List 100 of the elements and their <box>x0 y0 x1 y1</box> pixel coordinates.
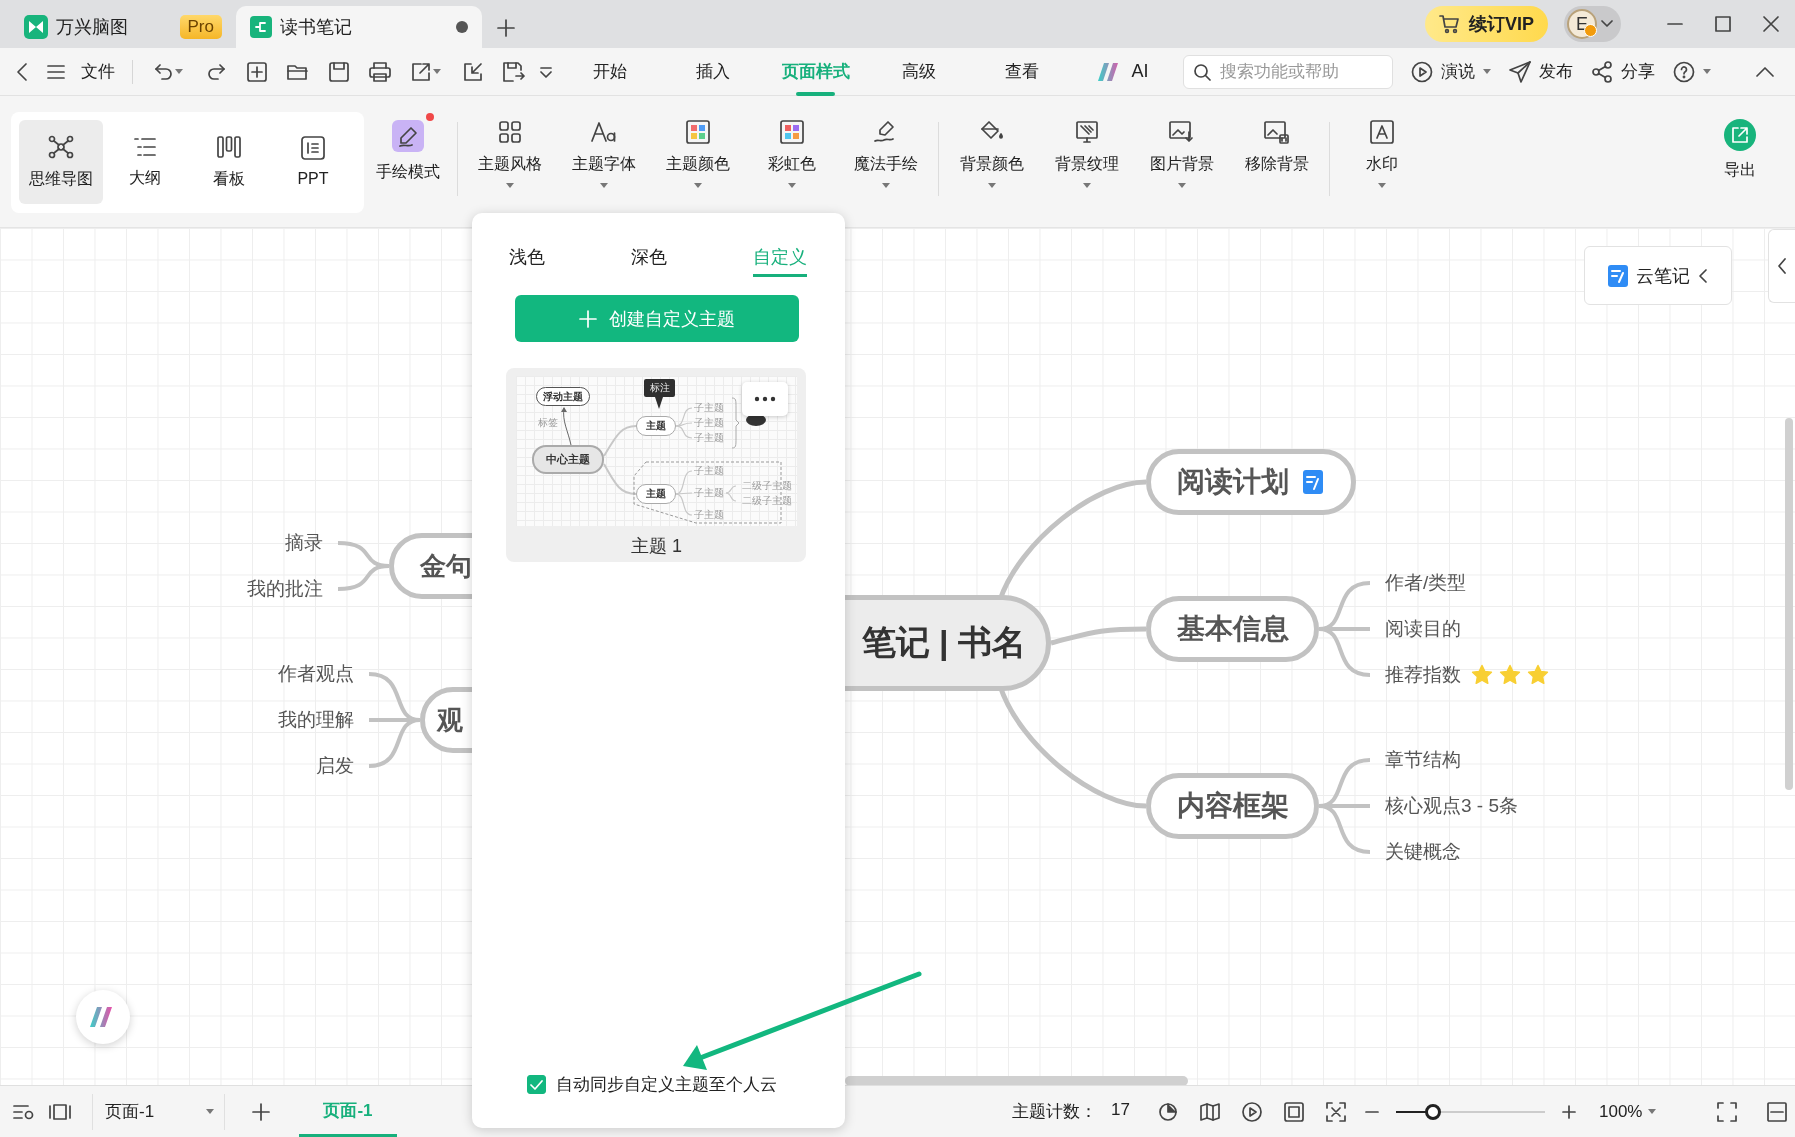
grid-icon <box>498 120 522 144</box>
subtopic[interactable]: 核心观点3 - 5条 <box>1385 793 1519 819</box>
close-icon <box>1762 15 1780 33</box>
app-tab[interactable]: 万兴脑图 Pro <box>10 6 236 48</box>
search-field[interactable]: 搜索功能或帮助 <box>1183 54 1393 89</box>
help-icon <box>1673 60 1695 83</box>
side-panel-toggle[interactable] <box>1768 229 1795 303</box>
subtopic[interactable]: 摘录 <box>285 530 323 556</box>
view-button[interactable]: 大纲 <box>103 120 187 204</box>
scrollbar[interactable] <box>845 1076 1188 1085</box>
export-icon <box>1723 118 1757 152</box>
view-button[interactable]: 看板 <box>187 120 271 204</box>
more-button[interactable] <box>742 382 788 416</box>
subtopic[interactable]: 我的理解 <box>278 707 354 733</box>
outline-icon <box>133 135 157 158</box>
preview-topic: 主题 <box>636 484 676 504</box>
subtopic[interactable]: 作者/类型 <box>1385 570 1467 596</box>
preview-subtopic: 子主题 <box>694 402 724 414</box>
fit-width-icon <box>1767 1101 1787 1122</box>
folder-icon <box>286 62 309 81</box>
view-button[interactable]: PPT <box>271 120 355 204</box>
subtopic[interactable]: 我的批注 <box>247 576 323 602</box>
ribbon-tool-button[interactable]: 背景颜色 <box>944 112 1039 212</box>
hand-drawn-mode-button[interactable]: 手绘模式 <box>364 112 452 212</box>
ribbon-tool-button[interactable]: 彩虹色 <box>745 112 839 212</box>
menu-tab[interactable]: 查看 <box>970 47 1073 96</box>
topic-count: 17 <box>1111 1100 1130 1121</box>
share-box-icon <box>411 61 431 82</box>
ribbon-tool-button[interactable]: 图片背景 <box>1134 112 1229 212</box>
preview-subtopic: 子主题 <box>694 465 724 477</box>
theme-tab[interactable]: 浅色 <box>509 239 545 277</box>
subtopic[interactable]: 阅读目的 <box>1385 616 1461 642</box>
subtopic[interactable]: 作者观点 <box>278 661 354 687</box>
ai-button[interactable]: AI <box>1073 51 1173 92</box>
expand-icon <box>1326 1101 1346 1122</box>
image-remove-icon <box>1263 120 1290 144</box>
main-topic[interactable]: 内容框架 <box>1146 773 1319 839</box>
font-icon <box>590 120 618 144</box>
subtopic[interactable]: 章节结构 <box>1385 747 1461 773</box>
subtopic[interactable]: 关键概念 <box>1385 839 1461 865</box>
pie-icon <box>1159 1102 1177 1121</box>
branch-line <box>725 485 737 494</box>
ribbon-tool-button[interactable]: 主题字体 <box>557 112 651 212</box>
account-button[interactable]: E <box>1564 6 1621 42</box>
ribbon-tool-button[interactable]: 背景纹理 <box>1039 112 1134 212</box>
list-pin-icon <box>13 1102 35 1121</box>
menu-tab[interactable]: 高级 <box>867 47 970 96</box>
ribbon-tool-button[interactable]: 移除背景 <box>1229 112 1324 212</box>
note-icon <box>1608 264 1628 287</box>
page-select[interactable]: 页面-1 <box>92 1093 225 1130</box>
palette-icon <box>686 120 710 144</box>
zoom-select[interactable]: 100% <box>1599 1101 1669 1122</box>
mindmap-file-icon <box>250 16 272 38</box>
checkbox[interactable] <box>527 1075 546 1094</box>
topic-count-label: 主题计数： <box>1012 1101 1098 1123</box>
new-tab-icon[interactable] <box>496 18 516 38</box>
branch-line <box>725 492 737 502</box>
ribbon-tool-button[interactable]: 主题风格 <box>463 112 557 212</box>
subtopic[interactable]: 推荐指数 <box>1385 662 1461 688</box>
view-button[interactable]: 思维导图 <box>19 120 103 204</box>
subtopic[interactable]: 启发 <box>316 753 354 779</box>
save-as-icon <box>502 61 525 82</box>
scrollbar[interactable] <box>1785 418 1793 790</box>
image-download-icon <box>1168 120 1195 144</box>
ribbon-tool-button[interactable]: 水印 <box>1335 112 1429 212</box>
share-icon <box>1591 60 1613 83</box>
rainbow-icon <box>780 120 804 144</box>
caret-icon <box>1703 69 1711 74</box>
file-menu[interactable]: 文件 <box>74 51 122 92</box>
plus-icon <box>1561 1103 1577 1120</box>
caret-icon <box>206 1109 214 1114</box>
cloud-notes-button[interactable]: 云笔记 <box>1584 246 1732 305</box>
vip-button[interactable]: 续订VIP <box>1425 6 1548 42</box>
chevron-left-icon <box>1698 267 1708 284</box>
undo-icon <box>155 63 173 80</box>
save-icon <box>328 61 349 82</box>
fullscreen-icon <box>1717 1101 1737 1122</box>
check-icon <box>530 1079 543 1090</box>
minus-icon <box>1365 1110 1379 1113</box>
theme-tab[interactable]: 深色 <box>631 239 667 277</box>
export-button[interactable]: 导出 <box>1700 112 1780 181</box>
main-topic[interactable]: 基本信息 <box>1146 596 1319 662</box>
document-tab[interactable]: 读书笔记 <box>236 6 482 48</box>
share-button[interactable]: 分享 <box>1591 51 1655 92</box>
main-topic[interactable]: 阅读计划 <box>1146 449 1356 515</box>
caret-icon <box>175 69 183 74</box>
preview-tag: 标签 <box>538 417 558 429</box>
menu-tab[interactable]: 插入 <box>661 47 764 96</box>
present-button[interactable]: 演说 <box>1411 51 1491 92</box>
slides-icon <box>301 136 325 160</box>
ai-assistant-button[interactable] <box>76 990 130 1044</box>
preview-floating-topic: 浮动主题 <box>536 387 590 406</box>
star-icon <box>1499 664 1521 686</box>
publish-button[interactable]: 发布 <box>1509 51 1573 92</box>
ribbon-tool-button[interactable]: 主题颜色 <box>651 112 745 212</box>
ribbon-tool-button[interactable]: 魔法手绘 <box>839 112 933 212</box>
slider-thumb[interactable] <box>1425 1103 1442 1120</box>
app-logo-icon <box>24 15 48 39</box>
menu-tab[interactable]: 开始 <box>558 47 661 96</box>
preview-central-topic: 中心主题 <box>532 445 604 474</box>
